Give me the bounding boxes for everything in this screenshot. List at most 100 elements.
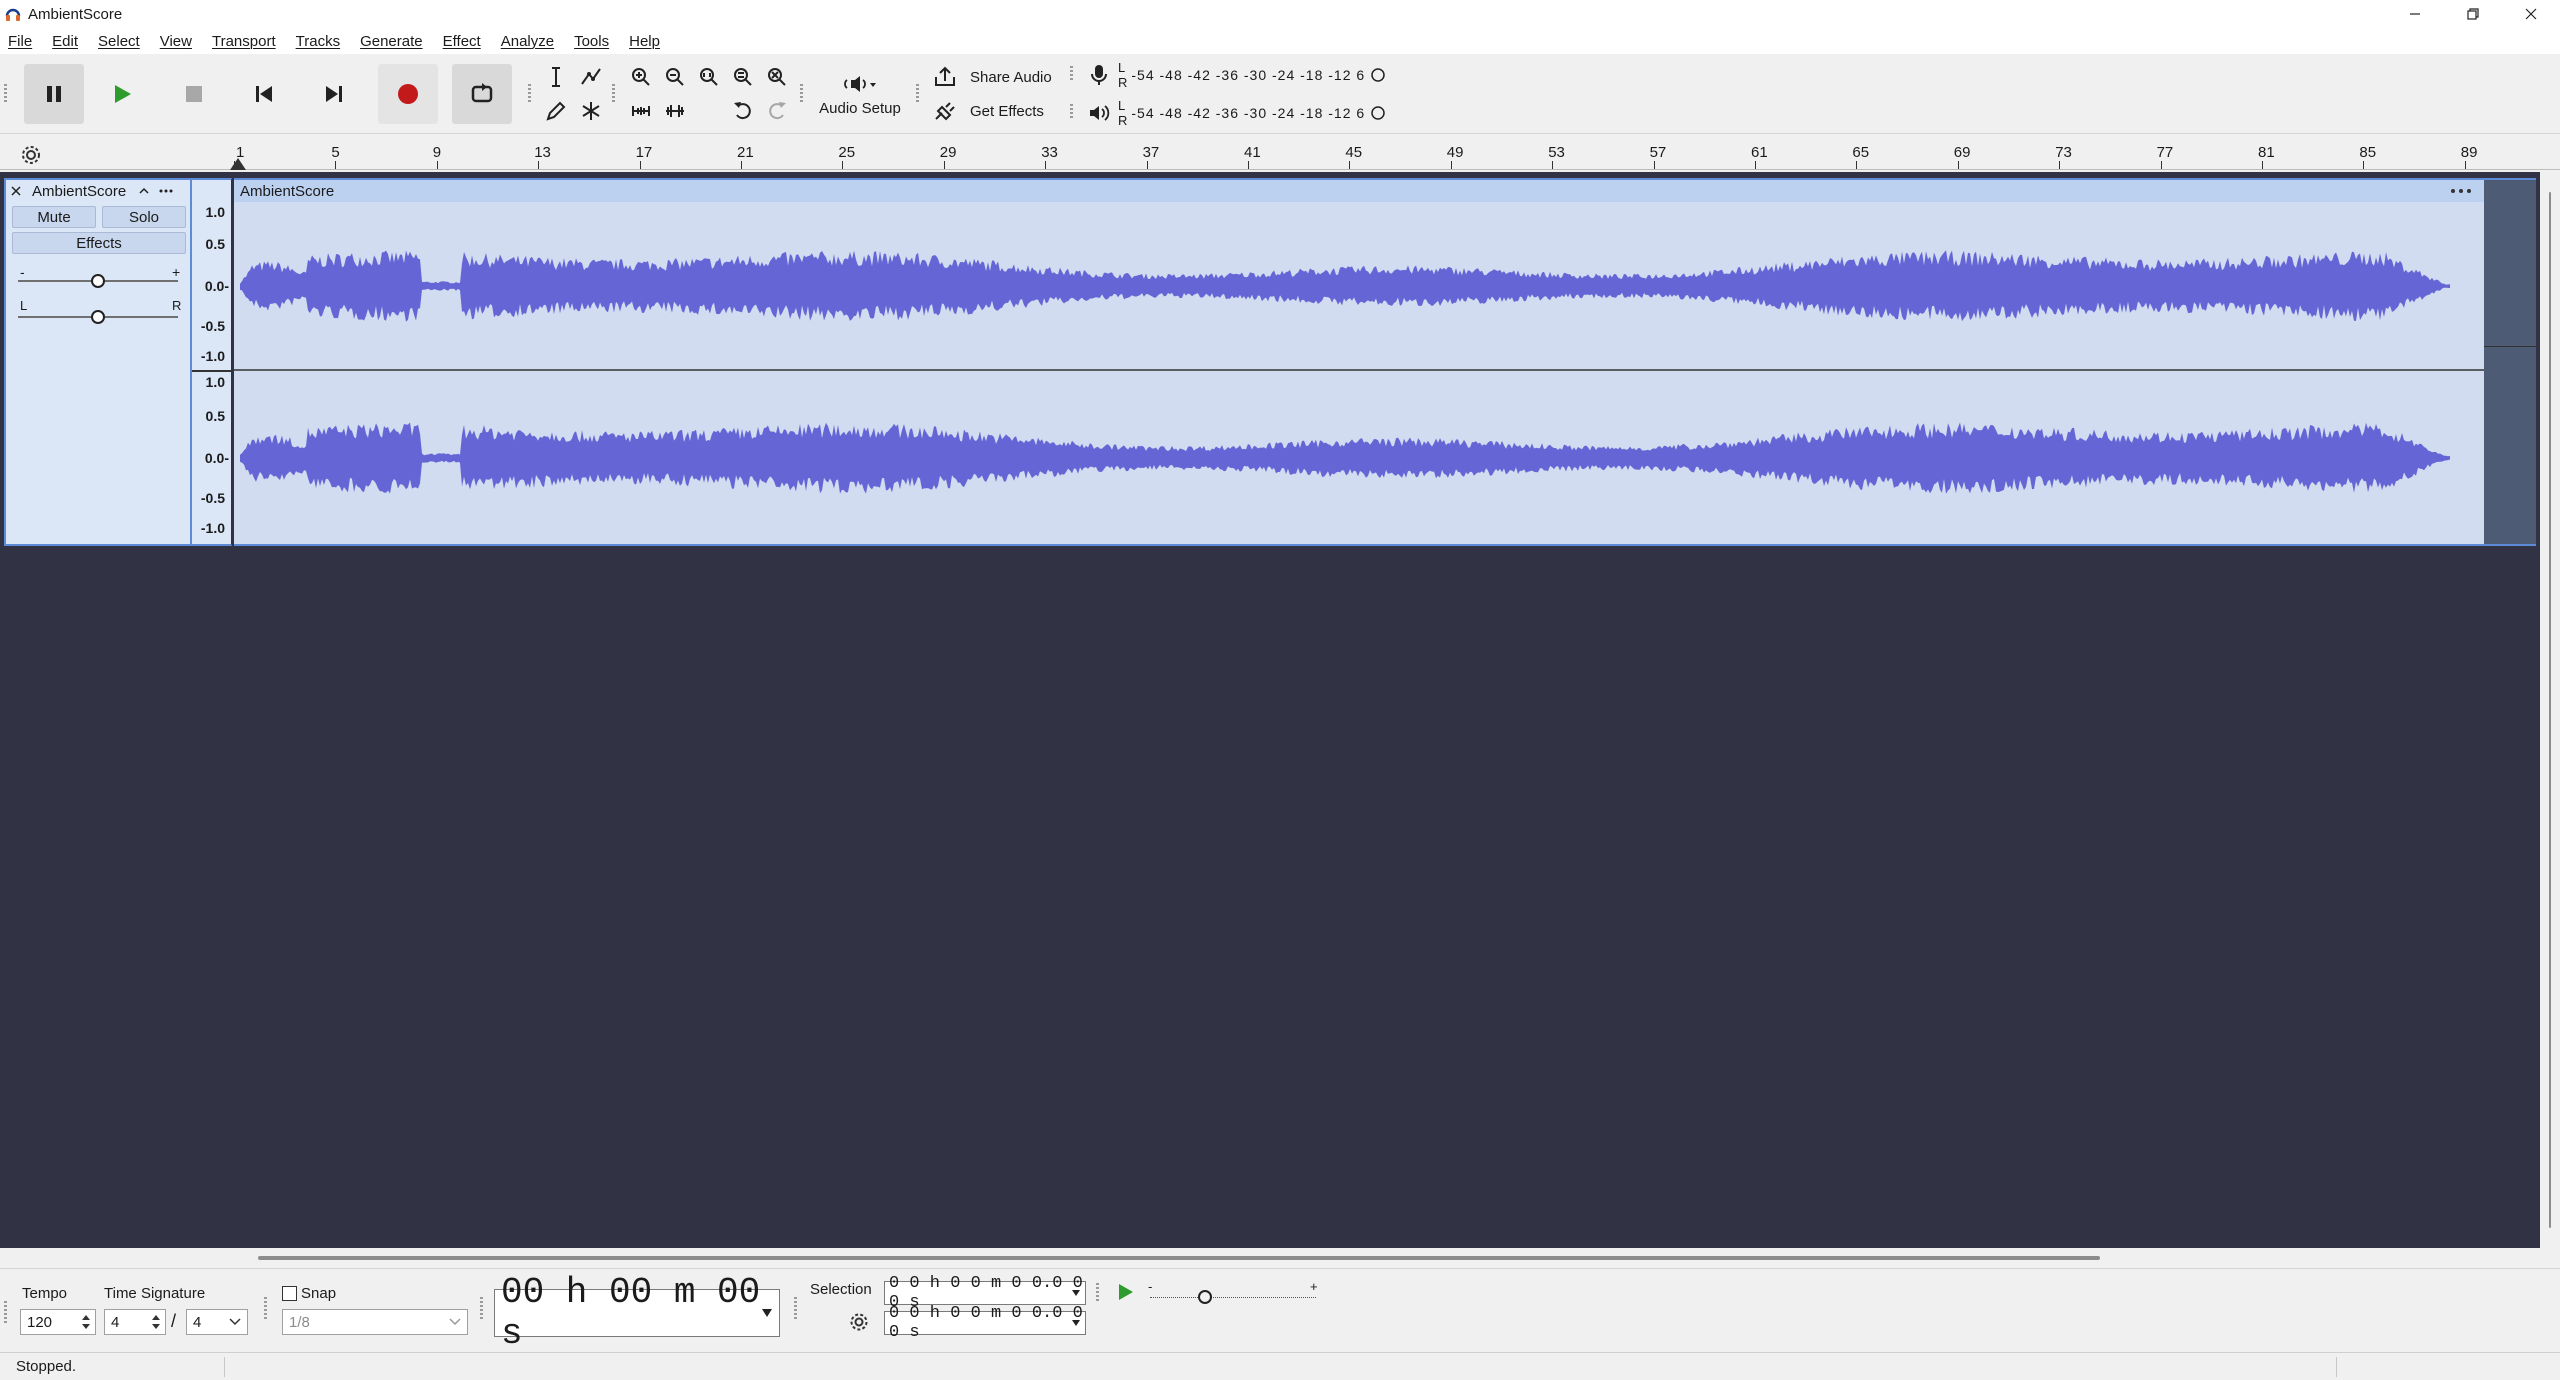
menu-help[interactable]: Help bbox=[629, 33, 660, 50]
track-control-panel[interactable]: AmbientScore Mute Solo Effects - + L R bbox=[4, 178, 192, 546]
pause-button[interactable] bbox=[24, 64, 84, 124]
track-menu-icon[interactable] bbox=[158, 185, 174, 197]
play-at-speed-grip[interactable] bbox=[1096, 1283, 1104, 1301]
timeline-settings-button[interactable] bbox=[16, 140, 46, 170]
selection-start-dropdown-icon[interactable] bbox=[1071, 1289, 1081, 1297]
multi-tool[interactable] bbox=[576, 96, 606, 126]
amplitude-ruler[interactable]: 1.0 0.5 0.0- -0.5 -1.0 1.0 0.5 0.0- -0.5… bbox=[192, 178, 232, 546]
record-meter-grip[interactable] bbox=[1070, 66, 1078, 82]
menu-tracks[interactable]: Tracks bbox=[296, 33, 340, 50]
gain-slider-thumb[interactable] bbox=[91, 274, 105, 288]
ruler-tick-mark bbox=[639, 161, 641, 169]
menu-view[interactable]: View bbox=[160, 33, 192, 50]
selection-tool[interactable] bbox=[541, 62, 571, 92]
envelope-tool[interactable] bbox=[576, 62, 606, 92]
time-signature-denominator[interactable]: 4 bbox=[186, 1309, 248, 1335]
toolbar-area: Audio Setup Share Audio Get Effects L R … bbox=[0, 54, 2560, 134]
ruler-tick-label: 1 bbox=[236, 144, 245, 161]
selection-end-field[interactable]: 0 0 h 0 0 m 0 0.0 0 0 s bbox=[884, 1304, 1086, 1342]
zoom-in-button[interactable] bbox=[626, 62, 656, 92]
audio-clip[interactable]: AmbientScore bbox=[234, 178, 2484, 546]
stop-button[interactable] bbox=[164, 64, 224, 124]
edit-toolbar-grip[interactable] bbox=[612, 84, 620, 104]
playback-meter[interactable]: L R -54 -48 -42 -36 -30 -24 -18 -12 6 bbox=[1088, 98, 1387, 128]
menu-transport[interactable]: Transport bbox=[212, 33, 276, 50]
selection-start-field[interactable]: 0 0 h 0 0 m 0 0.0 0 0 s bbox=[884, 1274, 1086, 1312]
loop-button[interactable] bbox=[452, 64, 512, 124]
audio-setup-button[interactable]: Audio Setup bbox=[814, 64, 906, 124]
horizontal-scroll-thumb[interactable] bbox=[258, 1256, 2100, 1260]
collapse-track-icon[interactable] bbox=[138, 185, 150, 197]
get-effects-button[interactable]: Get Effects bbox=[932, 96, 1044, 126]
share-toolbar-grip[interactable] bbox=[916, 84, 924, 104]
zoom-toggle-button[interactable] bbox=[762, 62, 792, 92]
ruler-tick-label: 69 bbox=[1953, 144, 1971, 161]
record-button[interactable] bbox=[378, 64, 438, 124]
selection-end-dropdown-icon[interactable] bbox=[1071, 1319, 1081, 1327]
scale-label-top-05: 0.5 bbox=[205, 236, 225, 252]
clip-header[interactable]: AmbientScore bbox=[234, 180, 2484, 202]
fit-selection-button[interactable] bbox=[694, 62, 724, 92]
redo-button[interactable] bbox=[762, 96, 792, 126]
maximize-button[interactable] bbox=[2444, 0, 2502, 28]
time-signature-grip[interactable] bbox=[4, 1301, 12, 1323]
share-audio-button[interactable]: Share Audio bbox=[932, 62, 1052, 92]
timeline-ruler[interactable]: 1 5 9 13 17 21 25 29 33 37 41 45 49 53 57 61 65 69 73 77 81 8… bbox=[0, 140, 2560, 170]
skip-to-start-button[interactable] bbox=[234, 64, 294, 124]
zoom-out-button[interactable] bbox=[660, 62, 690, 92]
audio-setup-toolbar-grip[interactable] bbox=[800, 84, 808, 104]
menu-tools[interactable]: Tools bbox=[574, 33, 609, 50]
menu-generate[interactable]: Generate bbox=[360, 33, 423, 50]
selection-toolbar-grip[interactable] bbox=[794, 1297, 802, 1319]
speed-slider-track[interactable] bbox=[1150, 1297, 1316, 1298]
waveform-display[interactable] bbox=[234, 202, 2484, 544]
play-at-speed-button[interactable] bbox=[1110, 1277, 1140, 1307]
tempo-spinner-icon[interactable] bbox=[81, 1313, 91, 1331]
solo-button[interactable]: Solo bbox=[102, 206, 186, 228]
menu-edit[interactable]: Edit bbox=[52, 33, 78, 50]
clip-trailing-area[interactable] bbox=[2484, 178, 2536, 546]
effects-button[interactable]: Effects bbox=[12, 232, 186, 254]
skip-to-end-button[interactable] bbox=[304, 64, 364, 124]
microphone-icon bbox=[1091, 65, 1107, 85]
close-track-icon[interactable] bbox=[10, 185, 22, 197]
track-name[interactable]: AmbientScore bbox=[32, 183, 126, 200]
play-button[interactable] bbox=[92, 64, 152, 124]
mute-button[interactable]: Mute bbox=[12, 206, 96, 228]
time-signature-numerator-value: 4 bbox=[111, 1313, 120, 1331]
time-format-dropdown-icon[interactable] bbox=[761, 1308, 773, 1318]
draw-tool[interactable] bbox=[541, 96, 571, 126]
menu-analyze[interactable]: Analyze bbox=[501, 33, 554, 50]
undo-button[interactable] bbox=[728, 96, 758, 126]
speed-slider-thumb[interactable] bbox=[1198, 1290, 1212, 1304]
fit-project-button[interactable] bbox=[728, 62, 758, 92]
tools-toolbar-grip[interactable] bbox=[528, 84, 536, 104]
scale-label-bot-1: 1.0 bbox=[205, 374, 225, 390]
menu-select[interactable]: Select bbox=[98, 33, 140, 50]
clip-menu-icon[interactable] bbox=[2450, 186, 2472, 196]
ruler-tick-label: 49 bbox=[1446, 144, 1464, 161]
numerator-spinner-icon[interactable] bbox=[151, 1313, 161, 1331]
menu-effect[interactable]: Effect bbox=[443, 33, 481, 50]
vertical-scrollbar[interactable] bbox=[2540, 172, 2560, 1248]
pan-slider-thumb[interactable] bbox=[91, 310, 105, 324]
time-signature-numerator[interactable]: 4 bbox=[104, 1309, 166, 1335]
time-display[interactable]: 00 h 00 m 00 s bbox=[494, 1272, 780, 1354]
transport-toolbar-grip[interactable] bbox=[4, 84, 12, 104]
snap-toolbar-grip[interactable] bbox=[264, 1297, 272, 1319]
record-meter[interactable]: L R -54 -48 -42 -36 -30 -24 -18 -12 6 bbox=[1088, 60, 1387, 90]
minimize-button[interactable] bbox=[2386, 0, 2444, 28]
selection-settings-button[interactable] bbox=[844, 1307, 874, 1337]
trim-audio-button[interactable] bbox=[626, 96, 656, 126]
snap-select[interactable]: 1/8 bbox=[282, 1309, 468, 1335]
tempo-field[interactable]: 120 bbox=[20, 1309, 96, 1335]
snap-checkbox[interactable] bbox=[282, 1286, 297, 1301]
time-toolbar-grip[interactable] bbox=[480, 1297, 488, 1319]
vertical-scroll-thumb[interactable] bbox=[2549, 192, 2551, 1228]
silence-audio-button[interactable] bbox=[660, 96, 690, 126]
menu-file[interactable]: File bbox=[8, 33, 32, 50]
horizontal-scrollbar[interactable] bbox=[0, 1248, 2560, 1268]
close-window-button[interactable] bbox=[2502, 0, 2560, 28]
snap-toggle[interactable]: Snap bbox=[282, 1285, 336, 1302]
play-meter-grip[interactable] bbox=[1070, 104, 1078, 120]
